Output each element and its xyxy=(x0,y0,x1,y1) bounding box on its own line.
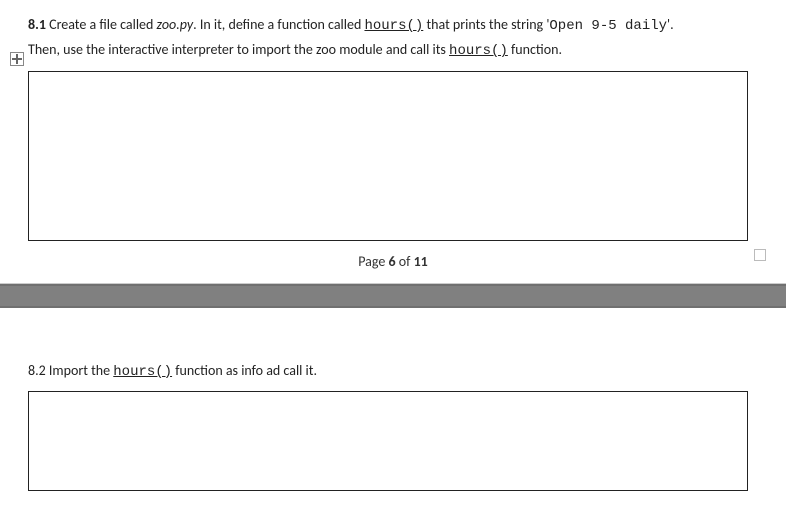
footer-prefix: Page xyxy=(358,253,388,270)
question-8-2-line1: 8.2 Import the hours() function as info … xyxy=(28,360,766,383)
q82-func: hours() xyxy=(113,364,172,380)
q81-text3: that prints the string ' xyxy=(423,16,549,33)
q81-code-string: Open 9-5 daily xyxy=(549,18,667,34)
q81-line2-text2: function. xyxy=(508,41,562,58)
q81-func2: hours() xyxy=(449,43,508,59)
table-move-handle-icon[interactable] xyxy=(10,52,24,66)
question-8-1-line2: Then, use the interactive interpreter to… xyxy=(28,39,766,62)
page-lower: 8.2 Import the hours() function as info … xyxy=(0,308,786,491)
question-number-8-1: 8.1 xyxy=(28,16,46,33)
table-resize-handle-icon[interactable] xyxy=(754,249,766,261)
footer-total-pages: 11 xyxy=(414,253,428,270)
question-8-1-line1: 8.1 Create a file called zoo.py. In it, … xyxy=(28,14,766,37)
footer-current-page: 6 xyxy=(388,253,395,270)
q81-text1: Create a file called xyxy=(46,16,157,33)
answer-box-8-1[interactable] xyxy=(28,71,748,241)
footer-middle: of xyxy=(396,253,414,270)
q82-text1: Import the xyxy=(46,362,114,379)
q81-line2-text1: Then, use the interactive interpreter to… xyxy=(28,41,449,58)
page-upper: 8.1 Create a file called zoo.py. In it, … xyxy=(0,0,786,241)
q81-text4: '. xyxy=(667,16,674,33)
q81-text2: . In it, define a function called xyxy=(193,16,364,33)
question-number-8-2: 8.2 xyxy=(28,362,46,379)
page-footer: Page 6 of 11 xyxy=(0,241,786,284)
q81-func1: hours() xyxy=(364,18,423,34)
answer-box-8-2[interactable] xyxy=(28,391,748,491)
page-break xyxy=(0,284,786,308)
q82-text2: function as info ad call it. xyxy=(172,362,317,379)
q81-filename: zoo.py xyxy=(157,16,194,33)
